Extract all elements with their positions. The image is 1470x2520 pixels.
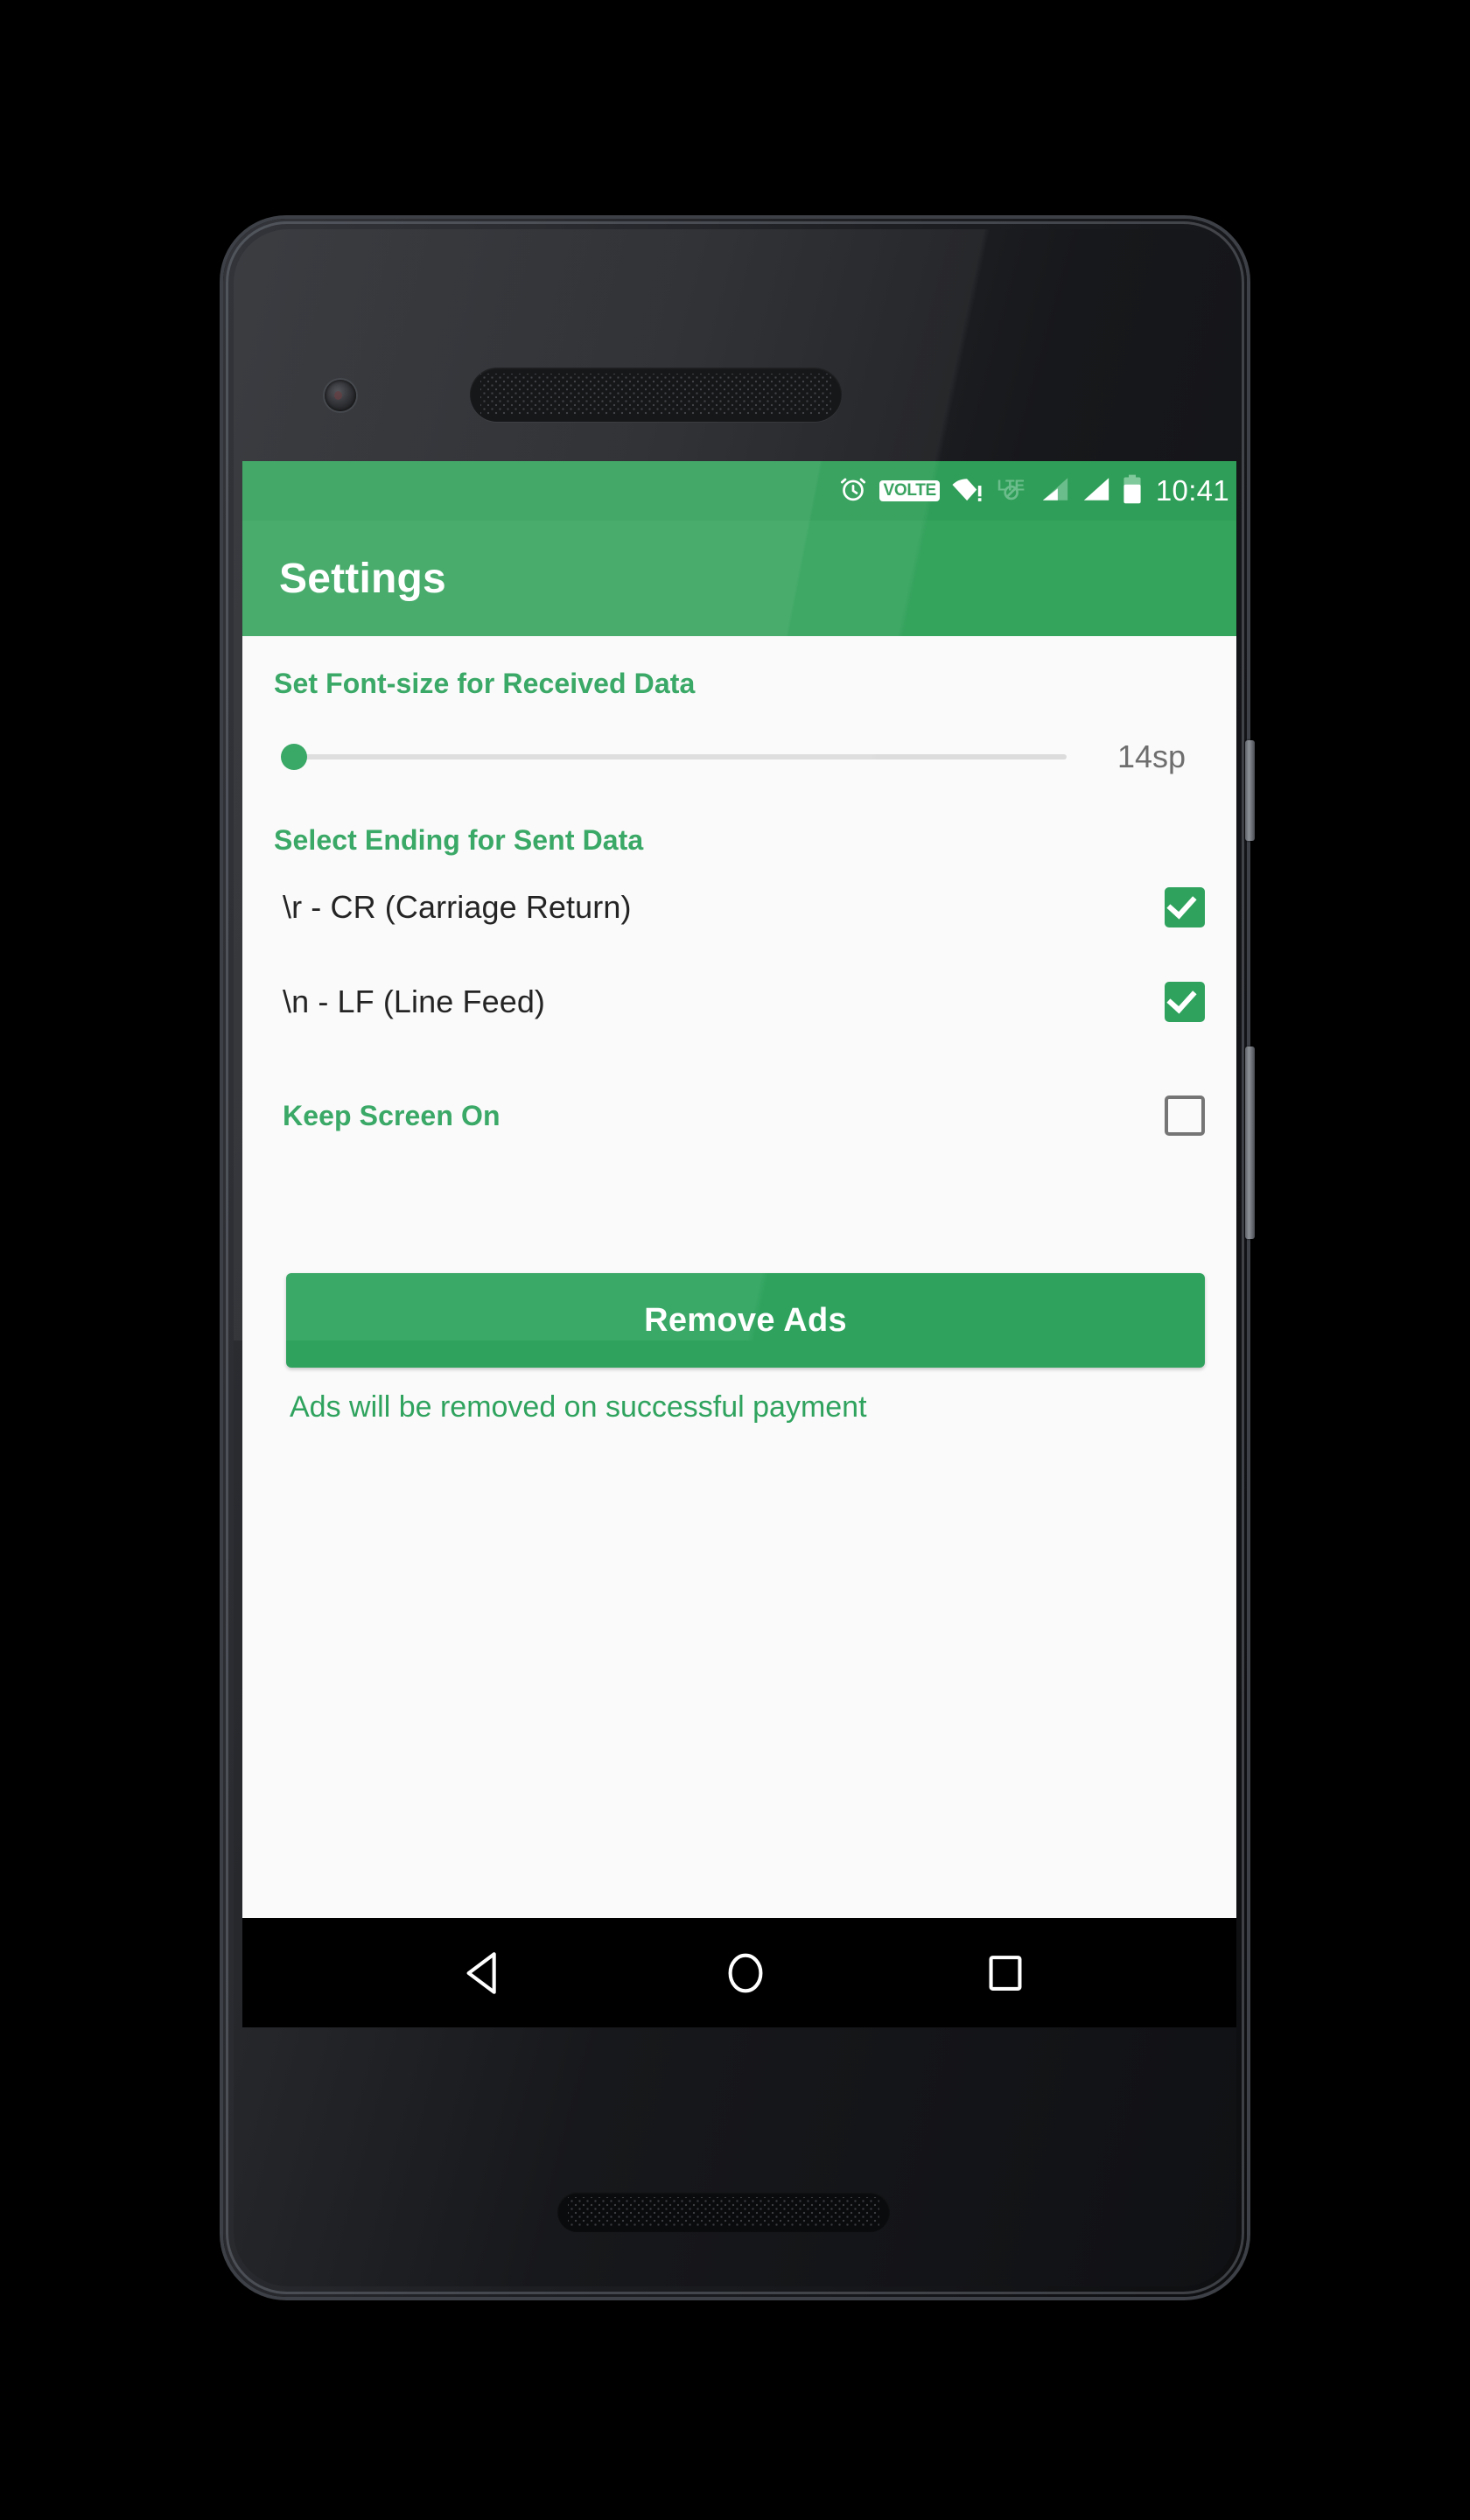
option-label-cr: \r - CR (Carriage Return)	[283, 889, 632, 925]
option-row-lf[interactable]: \n - LF (Line Feed)	[274, 955, 1217, 1049]
nav-back-button[interactable]	[438, 1925, 534, 2021]
option-label-keep-screen-on: Keep Screen On	[283, 1099, 500, 1131]
signal-sim1-icon	[1040, 475, 1070, 508]
checkbox-keep-screen-on[interactable]	[1165, 1096, 1205, 1136]
earpiece-speaker-grille	[470, 368, 842, 422]
nav-recents-button[interactable]	[957, 1925, 1054, 2021]
option-row-keep-screen-on[interactable]: Keep Screen On	[274, 1068, 1217, 1163]
app-bar: Settings	[242, 521, 1236, 636]
volume-rocker-button[interactable]	[1245, 1046, 1255, 1239]
android-navigation-bar	[242, 1918, 1236, 2027]
slider-track	[290, 754, 1067, 760]
status-bar-icons: VOLTE LTE	[838, 474, 1141, 508]
font-size-slider[interactable]	[281, 739, 1086, 774]
nav-home-button[interactable]	[697, 1925, 794, 2021]
remove-ads-button[interactable]: Remove Ads	[286, 1273, 1205, 1368]
volte-icon: VOLTE	[879, 480, 940, 501]
status-bar-clock: 10:41	[1155, 474, 1229, 507]
phone-device-body: VOLTE LTE 10:41 Settings Set Font-size f…	[234, 229, 1236, 2286]
power-button[interactable]	[1245, 740, 1255, 841]
back-triangle-icon	[466, 1951, 497, 1994]
status-bar: VOLTE LTE 10:41	[242, 461, 1236, 521]
lte-disabled-icon: LTE	[996, 475, 1029, 508]
checkbox-lf[interactable]	[1165, 982, 1205, 1022]
bottom-speaker-grille	[557, 2192, 890, 2232]
home-circle-icon	[728, 1953, 763, 1992]
option-row-cr[interactable]: \r - CR (Carriage Return)	[274, 860, 1217, 955]
check-icon	[1166, 983, 1197, 1014]
option-label-lf: \n - LF (Line Feed)	[283, 984, 546, 1019]
font-size-slider-row: 14sp	[274, 738, 1217, 775]
ending-section-header: Select Ending for Sent Data	[274, 824, 644, 856]
font-size-section-header: Set Font-size for Received Data	[274, 668, 696, 699]
font-size-value-label: 14sp	[1117, 738, 1186, 774]
battery-icon	[1123, 474, 1142, 508]
svg-text:LTE: LTE	[998, 476, 1025, 494]
phone-device-frame: VOLTE LTE 10:41 Settings Set Font-size f…	[223, 219, 1255, 2297]
recents-square-icon	[989, 1955, 1022, 1991]
alarm-icon	[838, 474, 868, 508]
remove-ads-note: Ads will be removed on successful paymen…	[290, 1390, 867, 1424]
check-icon	[1166, 888, 1197, 920]
slider-thumb[interactable]	[281, 744, 307, 770]
settings-content: Set Font-size for Received Data 14sp Sel…	[242, 636, 1236, 1918]
checkbox-cr[interactable]	[1165, 887, 1205, 928]
front-camera-icon	[325, 380, 356, 411]
page-title: Settings	[279, 555, 446, 602]
phone-screen: VOLTE LTE 10:41 Settings Set Font-size f…	[242, 461, 1236, 2027]
wifi-warning-icon	[951, 474, 984, 508]
signal-sim2-icon	[1082, 475, 1111, 508]
